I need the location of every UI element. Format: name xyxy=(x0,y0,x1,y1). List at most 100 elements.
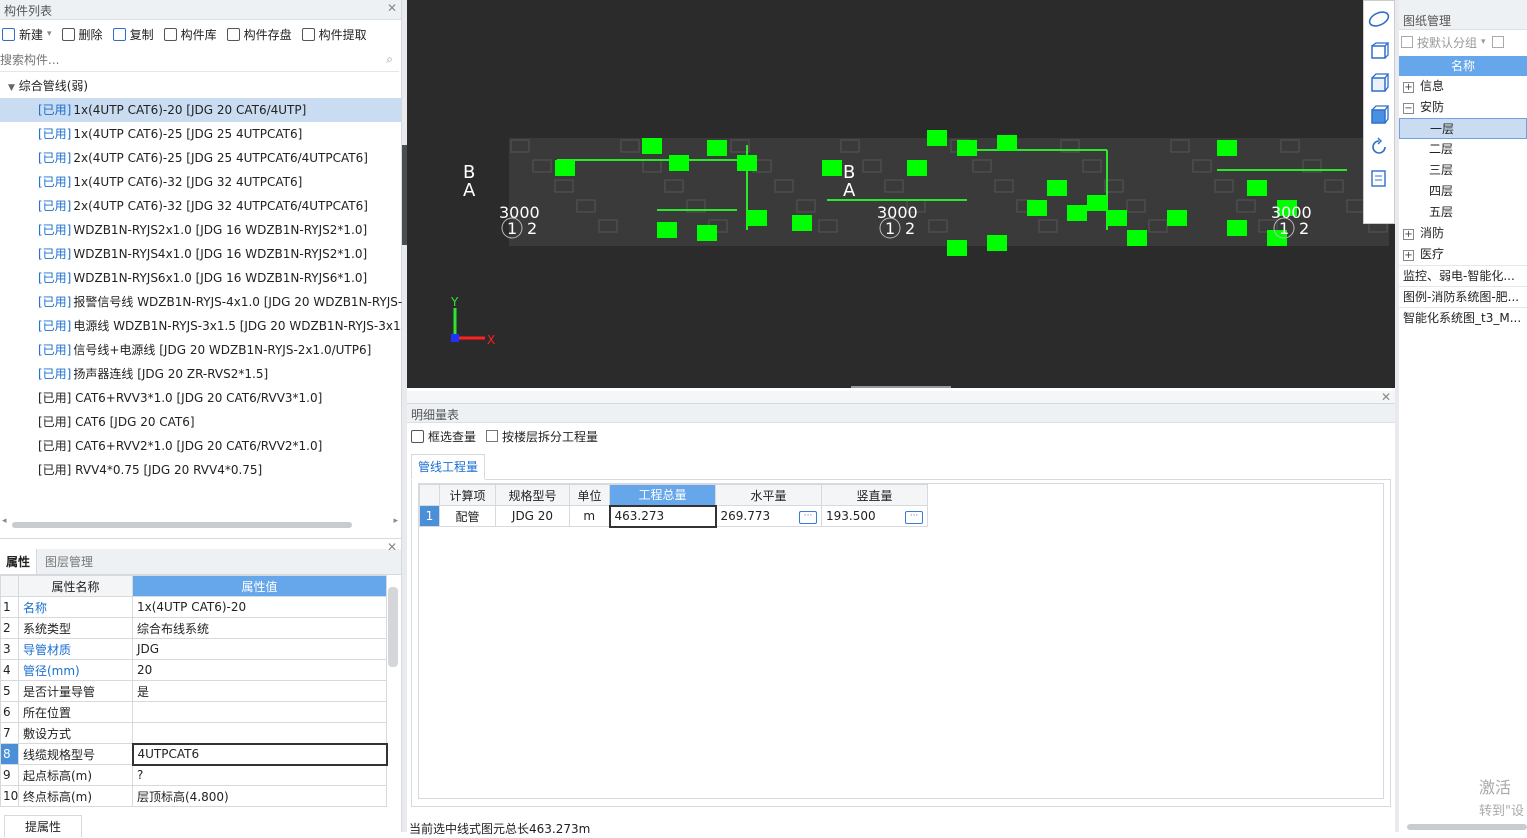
table-row[interactable]: 10 终点标高(m) 层顶标高(4.800) xyxy=(0,785,387,807)
drawing-file[interactable]: 智能化系统图_t3_M... xyxy=(1399,307,1527,328)
table-row[interactable]: 2 系统类型 综合布线系统 xyxy=(0,617,387,639)
prop-value[interactable]: 20 xyxy=(132,659,387,681)
component-item[interactable]: [已用] 1x(4UTP CAT6)-25 [JDG 25 4UTPCAT6] xyxy=(0,122,401,146)
horizontal-scrollbar[interactable] xyxy=(1407,824,1527,830)
component-item[interactable]: [已用] 1x(4UTP CAT6)-32 [JDG 32 4UTPCAT6] xyxy=(0,170,401,194)
row-number[interactable]: 2 xyxy=(0,617,19,639)
more-icon[interactable]: ··· xyxy=(905,510,923,524)
checkbox-box[interactable] xyxy=(486,430,499,442)
view-box-button[interactable] xyxy=(1365,69,1393,97)
table-row[interactable]: 1 配管 JDG 20 m 463.273 269.773 ··· 193.500… xyxy=(419,504,928,528)
delete-button[interactable]: 删除 xyxy=(61,26,103,43)
component-item[interactable]: [已用] WDZB1N-RYJS2x1.0 [JDG 16 WDZB1N-RYJS… xyxy=(0,218,401,242)
component-item[interactable]: [已用] 报警信号线 WDZB1N-RYJS-4x1.0 [JDG 20 WDZB… xyxy=(0,290,402,314)
component-item[interactable]: [已用] 2x(4UTP CAT6)-32 [JDG 32 4UTPCAT6/4U… xyxy=(0,194,401,218)
table-row[interactable]: 5 是否计量导管是 xyxy=(0,680,387,702)
chevron-down-icon[interactable]: ▾ xyxy=(1481,37,1486,47)
tree-node[interactable]: + 消防 xyxy=(1399,223,1527,244)
table-row[interactable]: 8 线缆规格型号 4UTPCAT6 xyxy=(0,742,388,766)
component-item[interactable]: [已用] WDZB1N-RYJS4x1.0 [JDG 16 WDZB1N-RYJS… xyxy=(0,242,401,266)
cell-total[interactable]: 463.273 xyxy=(608,504,717,528)
tree-node[interactable]: 一层 xyxy=(1399,118,1527,139)
tree-node[interactable]: + 医疗 xyxy=(1399,244,1527,265)
component-item[interactable]: [已用] CAT6+RVV3*1.0 [JDG 20 CAT6/RVV3*1.0… xyxy=(0,386,401,410)
table-row[interactable]: 7 敷设方式 xyxy=(0,722,387,744)
collapse-icon[interactable]: − xyxy=(1403,103,1414,114)
drawing-file[interactable]: 监控、弱电-智能化... xyxy=(1399,265,1527,286)
row-number[interactable]: 7 xyxy=(0,722,19,744)
scroll-left-icon[interactable]: ◂ xyxy=(2,516,7,526)
prop-name[interactable]: 终点标高(m) xyxy=(18,785,133,807)
group-by-dropdown[interactable]: 按默认分组 xyxy=(1417,34,1477,51)
row-number[interactable]: 4 xyxy=(0,659,19,681)
library-button[interactable]: 构件库 xyxy=(163,26,217,43)
cad-drawing[interactable]: BABA3000 3000 30001 2 1 2 1 2YX xyxy=(407,0,1395,388)
split-floor-checkbox[interactable]: 按楼层拆分工程量 xyxy=(486,428,598,445)
table-icon[interactable] xyxy=(1491,36,1504,48)
prop-name[interactable]: 是否计量导管 xyxy=(18,680,133,702)
row-number[interactable]: 9 xyxy=(0,764,19,786)
prop-name[interactable]: 敷设方式 xyxy=(18,722,133,744)
component-item[interactable]: [已用] 2x(4UTP CAT6)-25 [JDG 25 4UTPCAT6/4U… xyxy=(0,146,401,170)
save-component-button[interactable]: 构件存盘 xyxy=(226,26,292,43)
extract-component-button[interactable]: 构件提取 xyxy=(301,26,367,43)
prop-value[interactable]: 是 xyxy=(132,680,387,702)
table-row[interactable]: 9 起点标高(m)? xyxy=(0,764,387,786)
expand-icon[interactable]: + xyxy=(1403,229,1414,240)
settings-button[interactable] xyxy=(1365,165,1393,193)
drawing-viewport[interactable]: B A B A 3000 3000 3000 1 2 1 2 1 2 Y X xyxy=(407,0,1395,388)
table-row[interactable]: 6 所在位置 xyxy=(0,701,387,723)
prop-name[interactable]: 管径(mm) xyxy=(18,659,133,681)
row-number[interactable]: 10 xyxy=(0,785,19,807)
rotate-button[interactable] xyxy=(1365,133,1393,161)
chevron-down-icon[interactable]: ▾ xyxy=(47,29,52,39)
tree-node[interactable]: + 信息 xyxy=(1399,76,1527,97)
search-icon[interactable]: ⌕ xyxy=(386,52,393,67)
expand-icon[interactable]: + xyxy=(1403,250,1414,261)
prop-value[interactable]: ? xyxy=(132,764,387,786)
search-input[interactable] xyxy=(0,50,370,70)
close-icon[interactable]: ✕ xyxy=(387,540,397,554)
drawing-file[interactable]: 图例-消防系统图-肥... xyxy=(1399,286,1527,307)
viewport-resize-handle[interactable] xyxy=(851,386,951,388)
vertical-scrollbar[interactable] xyxy=(388,587,398,667)
view-3d-button[interactable] xyxy=(1365,37,1393,65)
expand-icon[interactable]: + xyxy=(1403,82,1414,93)
component-item[interactable]: [已用] CAT6 [JDG 20 CAT6] xyxy=(0,410,401,434)
row-number[interactable]: 6 xyxy=(0,701,19,723)
component-item[interactable]: [已用] RVV4*0.75 [JDG 20 RVV4*0.75] xyxy=(0,458,401,482)
new-button[interactable]: 新建 ▾ xyxy=(2,26,52,43)
tree-node[interactable]: 三层 xyxy=(1399,160,1527,181)
tree-node[interactable]: 五层 xyxy=(1399,202,1527,223)
view-solid-button[interactable] xyxy=(1365,101,1393,129)
row-number[interactable]: 1 xyxy=(0,596,19,618)
row-number[interactable]: 8 xyxy=(0,743,19,765)
tab-layers[interactable]: 图层管理 xyxy=(37,549,101,574)
cell-item[interactable]: 配管 xyxy=(439,505,496,527)
row-number[interactable]: 1 xyxy=(419,505,440,527)
prop-name[interactable]: 名称 xyxy=(18,596,133,618)
tab-pipe-quantity[interactable]: 管线工程量 xyxy=(411,454,486,480)
close-icon[interactable]: ✕ xyxy=(387,1,397,15)
component-item[interactable]: [已用] WDZB1N-RYJS6x1.0 [JDG 16 WDZB1N-RYJS… xyxy=(0,266,401,290)
row-number[interactable]: 3 xyxy=(0,638,19,660)
frame-select-button[interactable]: 框选查量 xyxy=(411,428,476,445)
orbit-button[interactable] xyxy=(1365,5,1393,33)
extract-props-tab[interactable]: 提属性 xyxy=(4,815,83,837)
prop-value[interactable]: 层顶标高(4.800) xyxy=(132,785,387,807)
component-item[interactable]: [已用] 1x(4UTP CAT6)-20 [JDG 20 CAT6/4UTP] xyxy=(0,98,401,122)
prop-value[interactable] xyxy=(132,701,387,723)
row-number[interactable]: 5 xyxy=(0,680,19,702)
tree-node[interactable]: 四层 xyxy=(1399,181,1527,202)
prop-name[interactable]: 导管材质 xyxy=(18,638,133,660)
prop-name[interactable]: 线缆规格型号 xyxy=(18,743,133,765)
close-icon[interactable]: ✕ xyxy=(1381,390,1391,404)
scroll-right-icon[interactable]: ▸ xyxy=(393,516,398,526)
horizontal-scrollbar[interactable]: ◂ ▸ xyxy=(0,516,400,532)
prop-value[interactable] xyxy=(132,722,387,744)
more-icon[interactable]: ··· xyxy=(799,510,817,524)
table-row[interactable]: 1 名称 1x(4UTP CAT6)-20 xyxy=(0,596,387,618)
tree-node[interactable]: − 安防 xyxy=(1399,97,1527,118)
prop-name[interactable]: 起点标高(m) xyxy=(18,764,133,786)
cell-horizontal[interactable]: 269.773 ··· xyxy=(715,505,822,527)
